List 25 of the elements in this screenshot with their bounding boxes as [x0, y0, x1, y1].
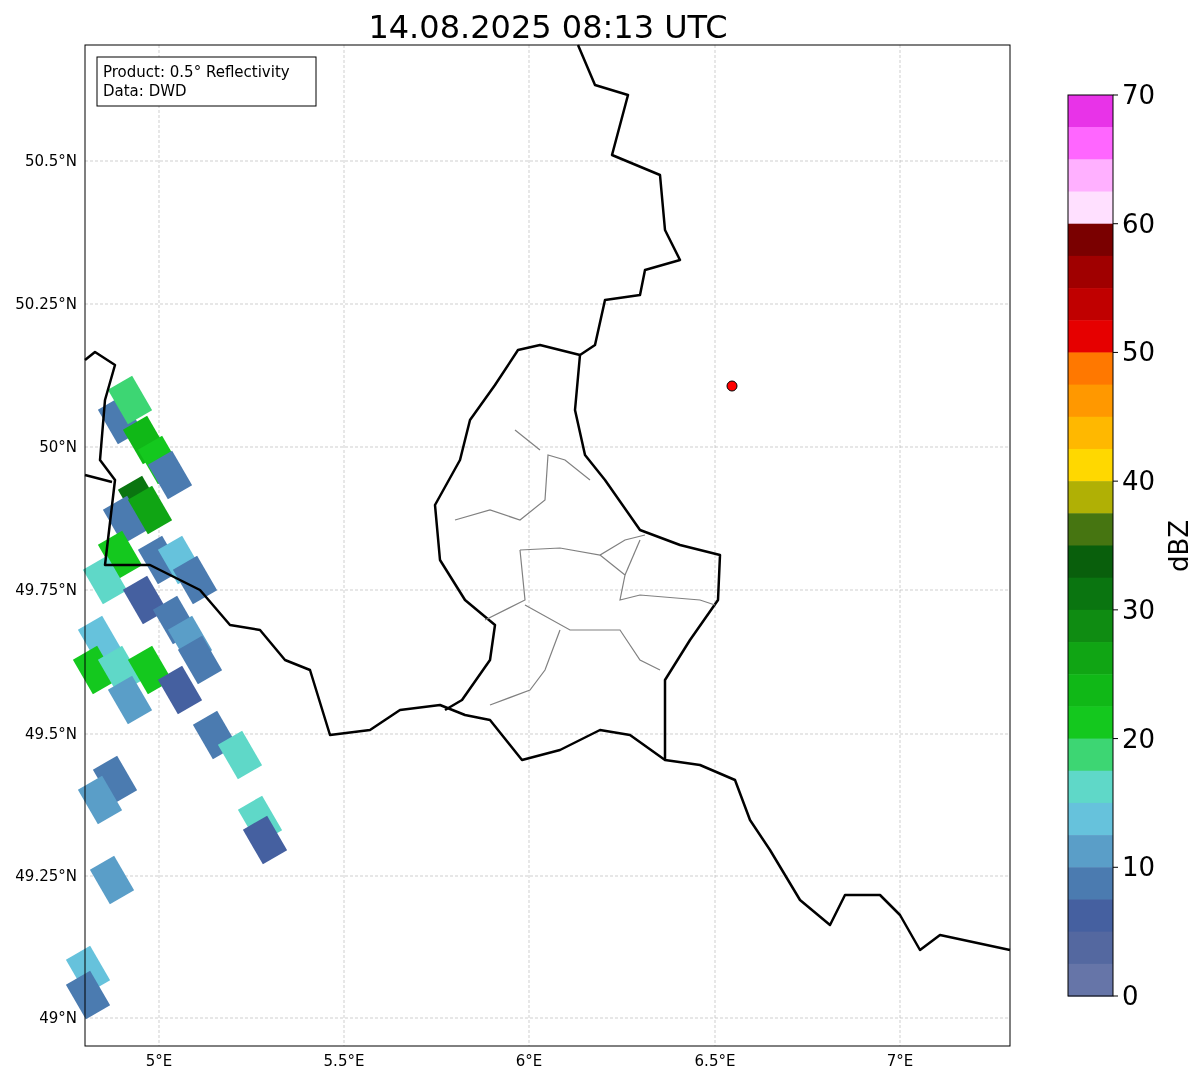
radar-site-marker [726, 380, 738, 392]
longitude-label: 5°E [145, 1052, 173, 1070]
latitude-label: 50.25°N [15, 295, 77, 313]
chart-title: 14.08.2025 08:13 UTC [368, 8, 728, 46]
colorbar-tick-label: 50 [1122, 337, 1156, 368]
colorbar-tick-label: 20 [1122, 723, 1156, 754]
colorbar-tick-label: 10 [1122, 852, 1156, 883]
longitude-label: 6°E [515, 1052, 543, 1070]
latitude-label: 50.5°N [24, 152, 77, 170]
latitude-label: 49.75°N [15, 581, 77, 599]
info-text: Data: DWD [103, 82, 187, 100]
colorbar-tick-label: 30 [1122, 594, 1156, 625]
longitude-label: 6.5°E [694, 1052, 736, 1070]
latitude-label: 49.5°N [24, 725, 77, 743]
colorbar-tick-label: 40 [1122, 466, 1156, 497]
colorbar-tick-label: 0 [1122, 981, 1139, 1011]
colorbar-tick-label: 60 [1122, 208, 1156, 239]
latitude-label: 50°N [39, 438, 77, 456]
latitude-label: 49.25°N [15, 867, 77, 885]
longitude-label: 5.5°E [323, 1052, 365, 1070]
latitude-label: 49°N [39, 1009, 77, 1027]
info-text: Product: 0.5° Reflectivity [103, 63, 290, 81]
longitude-label: 7°E [886, 1052, 914, 1070]
colorbar-tick-label: 70 [1122, 80, 1156, 110]
colorbar-title: dBZ [1164, 519, 1194, 573]
